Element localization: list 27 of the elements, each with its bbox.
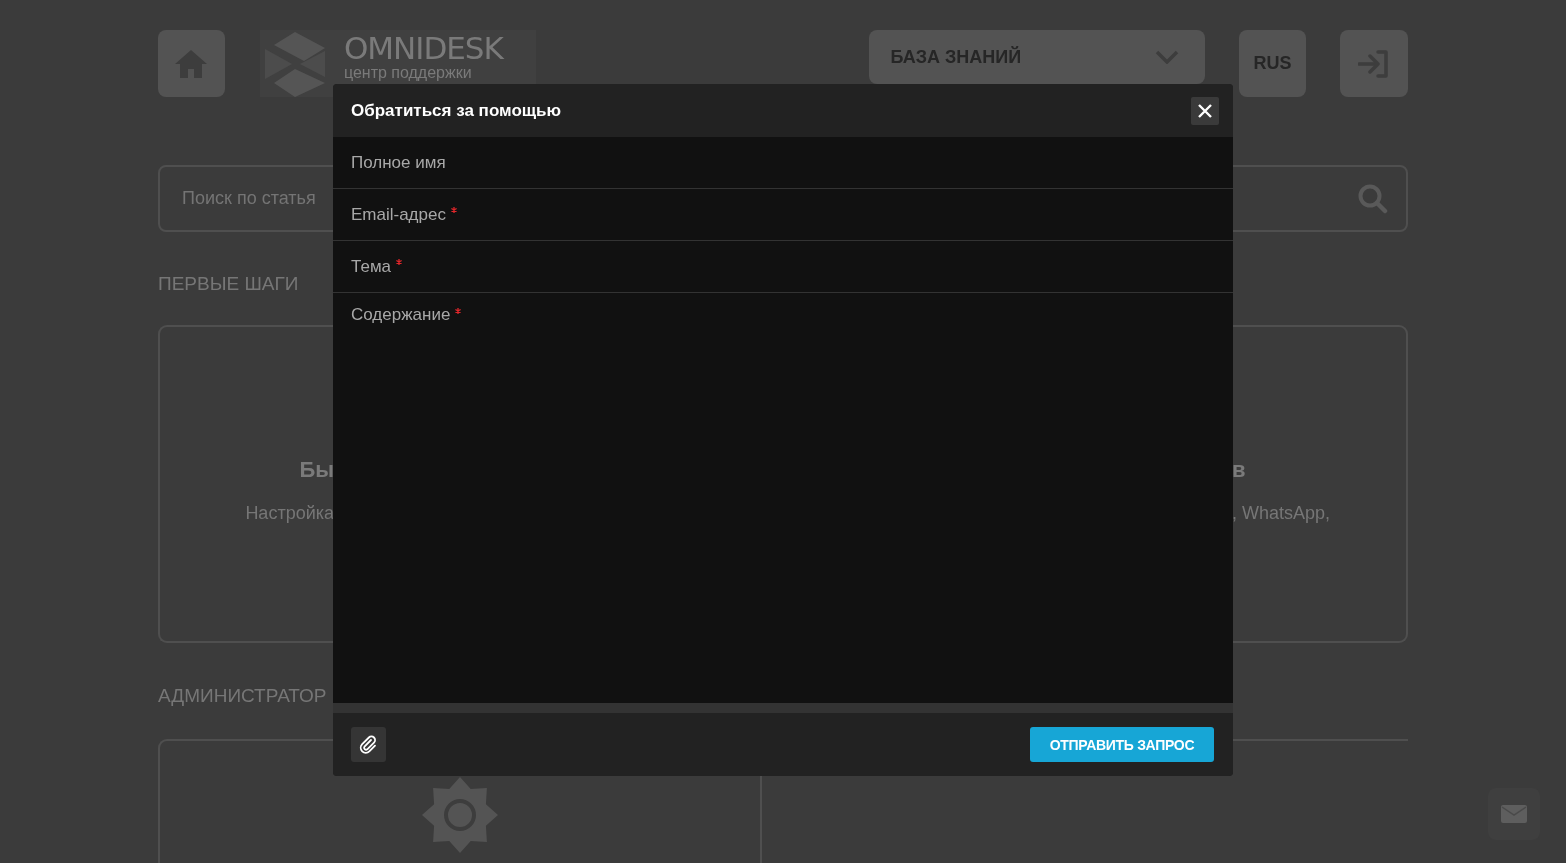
field-label: Тема <box>351 256 392 277</box>
card-description: Настройка <box>245 502 334 524</box>
close-button[interactable] <box>1191 96 1219 125</box>
logo-name: OMNIDESK <box>343 33 503 64</box>
text-area[interactable]: Содержание <box>333 293 1233 703</box>
mail-button[interactable] <box>1488 788 1540 840</box>
section-title: ПЕРВЫЕ ШАГИ <box>158 273 300 295</box>
text-field[interactable]: Полное имя <box>333 137 1233 189</box>
attach-button[interactable] <box>351 727 386 762</box>
paperclip-icon <box>358 734 379 755</box>
home-button[interactable] <box>158 30 225 97</box>
text-field[interactable]: Тема <box>333 241 1233 293</box>
mail-icon <box>1501 805 1527 823</box>
login-button[interactable] <box>1340 30 1408 97</box>
card-title: Бы <box>299 456 334 483</box>
field-label: Email-адрес <box>351 204 446 225</box>
field-label: Полное имя <box>351 152 446 173</box>
section-title: АДМИНИСТРАТОР <box>158 685 328 707</box>
text-field[interactable]: Email-адрес <box>333 189 1233 241</box>
logo-tagline: центр поддержки <box>343 65 473 82</box>
gear-icon <box>422 777 498 853</box>
dialog-title: Обратиться за помощью <box>351 100 562 121</box>
card-title: в <box>1232 456 1246 483</box>
card-description: , WhatsApp, <box>1232 502 1331 524</box>
field-label: Содержание <box>351 305 451 325</box>
close-icon <box>1198 103 1212 118</box>
search-icon[interactable] <box>1358 184 1388 214</box>
